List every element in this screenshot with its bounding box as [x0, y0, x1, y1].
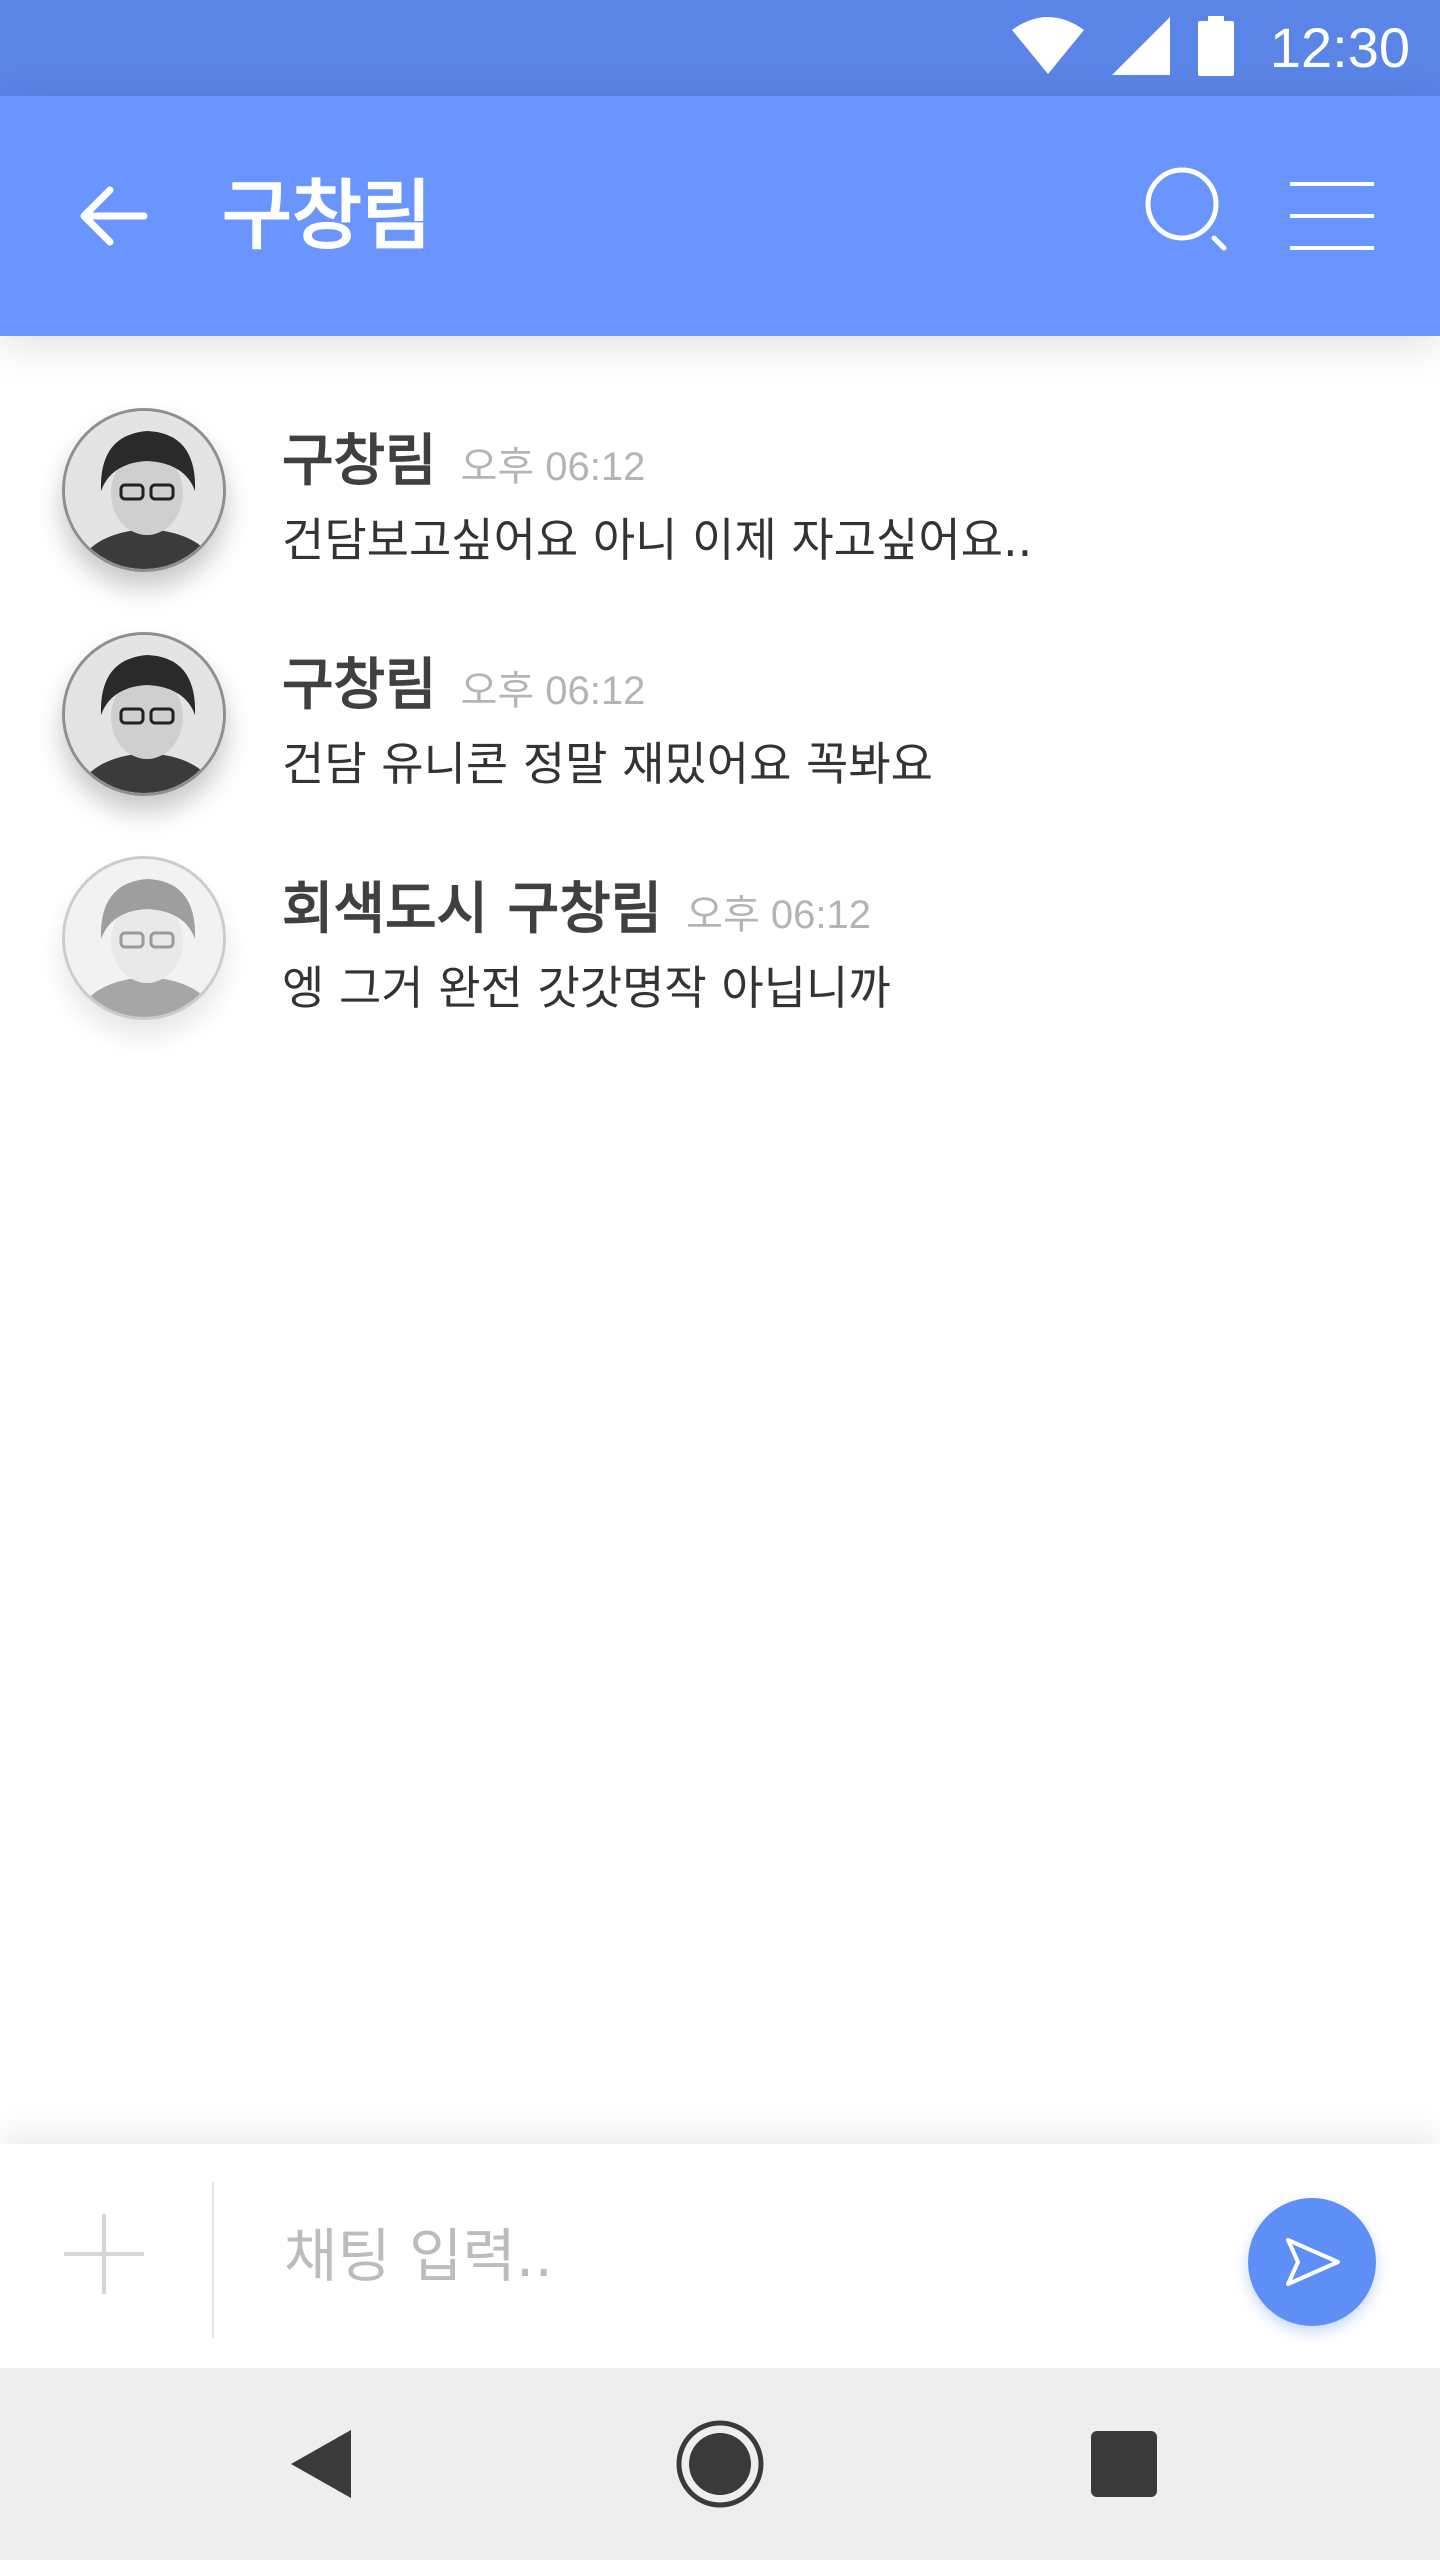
- nav-recents-button[interactable]: [1074, 2414, 1174, 2514]
- message-text: 건담보고싶어요 아니 이제 자고싶어요..: [282, 513, 1033, 567]
- recents-square-icon: [1091, 2431, 1157, 2497]
- cell-signal-icon: [1111, 17, 1170, 79]
- message-header: 구창림 오후 06:12: [282, 416, 645, 497]
- message-text: 건담 유니콘 정말 재밌어요 꼭봐요: [282, 737, 933, 791]
- status-bar: 12:30: [0, 0, 1440, 96]
- sender-name: 회색도시 구창림: [282, 877, 663, 942]
- add-attachment-button[interactable]: [62, 2212, 146, 2296]
- message-time: 오후 06:12: [686, 893, 871, 937]
- input-divider: [212, 2182, 214, 2338]
- battery-icon: [1197, 16, 1234, 80]
- status-time: 12:30: [1269, 16, 1410, 79]
- avatar[interactable]: [62, 856, 226, 1020]
- nav-home-button[interactable]: [670, 2414, 770, 2514]
- app-bar: 구창림: [0, 96, 1440, 336]
- nav-back-button[interactable]: [270, 2414, 370, 2514]
- message-text: 엥 그거 완전 갓갓명작 아닙니까: [282, 961, 891, 1015]
- message-time: 오후 06:12: [460, 445, 646, 489]
- message-header: 회색도시 구창림 오후 06:12: [282, 864, 871, 945]
- avatar[interactable]: [62, 408, 226, 572]
- menu-button[interactable]: [1286, 174, 1378, 258]
- search-icon: [1145, 167, 1227, 251]
- chat-input[interactable]: [282, 2196, 1182, 2316]
- status-icons: 12:30: [1011, 0, 1410, 96]
- back-button[interactable]: [70, 174, 154, 258]
- wifi-icon: [1011, 16, 1084, 80]
- message-header: 구창림 오후 06:12: [282, 640, 645, 721]
- system-nav-bar: [0, 2368, 1440, 2560]
- message-time: 오후 06:12: [460, 669, 646, 713]
- message-list: 구창림 오후 06:12 건담보고싶어요 아니 이제 자고싶어요.. 구창림 오…: [0, 336, 1440, 2144]
- sender-name: 구창림: [282, 653, 437, 718]
- send-button[interactable]: [1248, 2198, 1376, 2326]
- message-item: 구창림 오후 06:12 건담보고싶어요 아니 이제 자고싶어요..: [0, 408, 1440, 608]
- chat-input-bar: [0, 2144, 1440, 2368]
- message-item: 구창림 오후 06:12 건담 유니콘 정말 재밌어요 꼭봐요: [0, 632, 1440, 832]
- avatar[interactable]: [62, 632, 226, 796]
- page-title: 구창림: [222, 171, 432, 260]
- home-circle-icon: [676, 2420, 764, 2508]
- sender-name: 구창림: [282, 429, 437, 494]
- search-button[interactable]: [1140, 162, 1236, 262]
- back-triangle-icon: [291, 2430, 351, 2498]
- menu-icon: [1290, 182, 1374, 250]
- message-item: 회색도시 구창림 오후 06:12 엥 그거 완전 갓갓명작 아닙니까: [0, 856, 1440, 1056]
- send-icon: [1286, 2238, 1340, 2286]
- arrow-back-icon: [80, 186, 148, 246]
- plus-icon: [64, 2214, 144, 2294]
